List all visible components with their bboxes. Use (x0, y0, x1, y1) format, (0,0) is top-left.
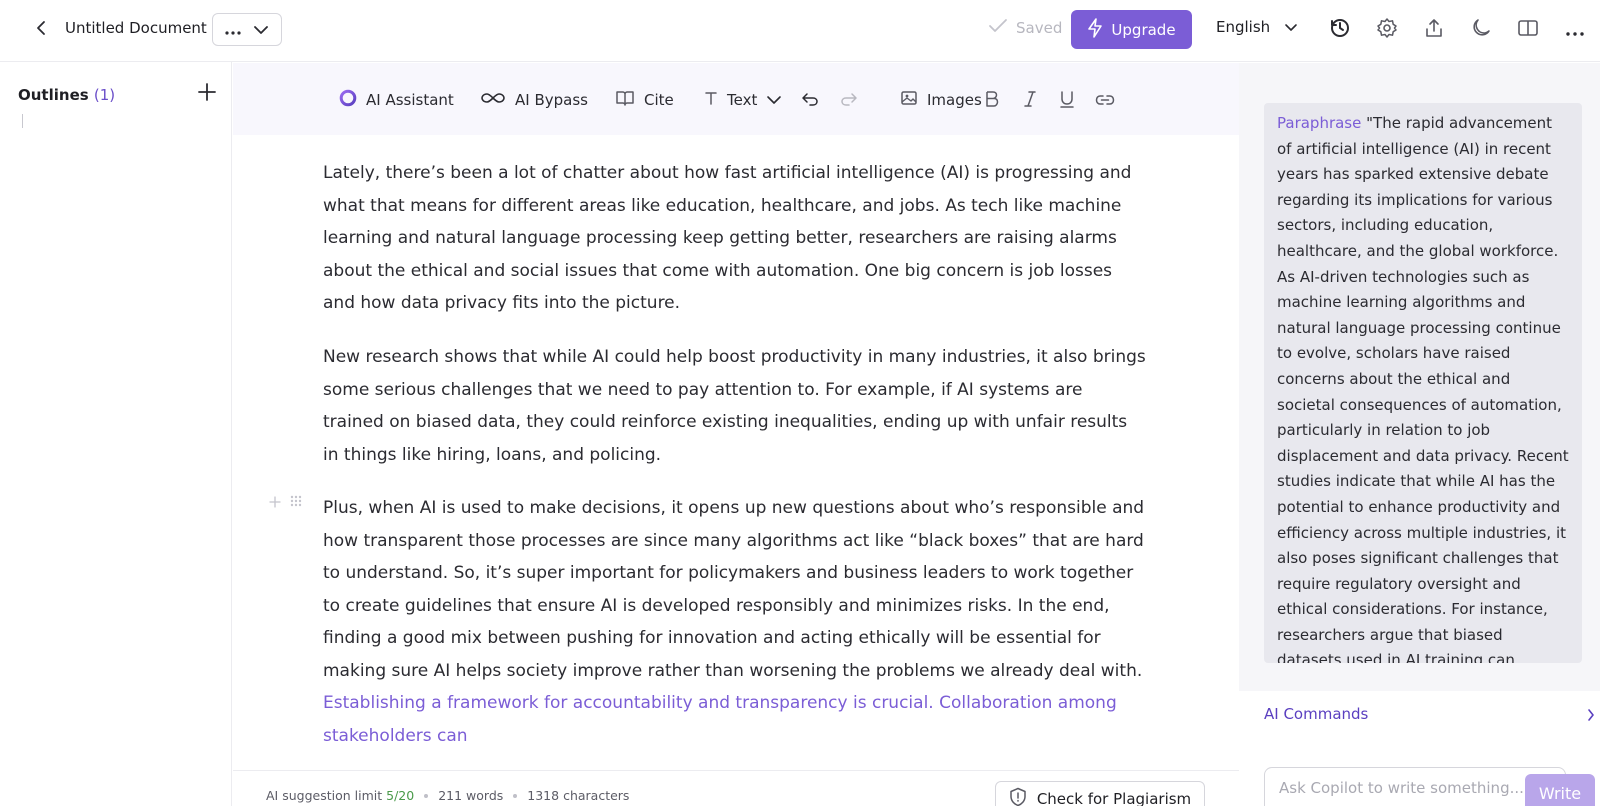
ai-assistant-icon (339, 89, 357, 111)
word-count: 211 words (438, 788, 504, 803)
outlines-label: Outlines (18, 86, 89, 104)
images-label: Images (927, 91, 982, 109)
ai-commands-label[interactable]: AI Commands (1264, 705, 1368, 723)
cite-button[interactable]: Cite (615, 89, 674, 111)
saved-status: Saved (988, 18, 1062, 38)
editor-toolbar: AI Assistant AI Bypass Cite Text Images (233, 63, 1239, 135)
share-icon (1423, 17, 1445, 43)
saved-label: Saved (1016, 19, 1063, 37)
ai-bypass-label: AI Bypass (515, 91, 588, 109)
copilot-message: Paraphrase "The rapid advancement of art… (1264, 103, 1582, 663)
cite-label: Cite (644, 91, 674, 109)
add-outline-button[interactable] (194, 81, 220, 107)
copilot-panel: Paraphrase "The rapid advancement of art… (1239, 63, 1600, 806)
ai-bypass-button[interactable]: AI Bypass (480, 89, 588, 111)
check-icon (988, 18, 1008, 38)
editor-content[interactable]: Lately, there’s been a lot of chatter ab… (233, 135, 1239, 770)
gear-icon (1376, 17, 1398, 43)
link-button[interactable] (1094, 90, 1116, 112)
editor-footer: AI suggestion limit 5/20 211 words 1318 … (233, 770, 1239, 806)
upgrade-label: Upgrade (1111, 20, 1176, 39)
upgrade-button[interactable]: Upgrade (1071, 10, 1192, 49)
document-stats: AI suggestion limit 5/20 211 words 1318 … (266, 788, 629, 803)
settings-button[interactable] (1373, 16, 1401, 44)
write-button[interactable]: Write (1525, 774, 1595, 806)
paraphrase-command: Paraphrase (1277, 114, 1362, 132)
check-plagiarism-label: Check for Plagiarism (1036, 790, 1192, 806)
more-horizontal-icon (225, 20, 241, 39)
redo-button[interactable] (838, 90, 860, 112)
block-handle[interactable] (269, 493, 303, 512)
character-count: 1318 characters (527, 788, 630, 803)
language-label: English (1216, 18, 1271, 36)
chevron-down-icon (253, 20, 269, 39)
link-icon (1095, 92, 1115, 111)
redo-icon (840, 91, 858, 111)
ai-commands-row[interactable]: AI Commands (1239, 691, 1600, 757)
top-bar: Untitled Document Saved Upgrade English (0, 0, 1600, 62)
outlines-heading: Outlines (1) (18, 86, 115, 104)
language-select[interactable]: English (1216, 18, 1298, 36)
shield-icon (1009, 787, 1027, 806)
share-button[interactable] (1420, 16, 1448, 44)
images-button[interactable]: Images (900, 89, 982, 111)
infinity-icon (480, 91, 506, 109)
underline-icon (1059, 90, 1075, 112)
layout-button[interactable] (1514, 16, 1542, 44)
history-icon (1329, 17, 1351, 43)
more-horizontal-icon (1566, 21, 1584, 40)
paragraph-2[interactable]: New research shows that while AI could h… (323, 341, 1148, 471)
paragraph-3-text: Plus, when AI is used to make decisions,… (323, 498, 1145, 681)
document-title[interactable]: Untitled Document (65, 19, 207, 37)
suggestion-limit: AI suggestion limit 5/20 (266, 788, 414, 803)
chevron-down-icon (1284, 18, 1298, 36)
separator-dot (513, 793, 518, 798)
italic-button[interactable] (1019, 90, 1041, 112)
ai-assistant-button[interactable]: AI Assistant (339, 89, 454, 111)
outline-tree-line (22, 114, 23, 128)
chevron-down-icon (766, 91, 782, 109)
book-icon (615, 89, 635, 111)
more-button[interactable] (1561, 16, 1589, 44)
outlines-count: (1) (93, 86, 116, 104)
suggestion-limit-label: AI suggestion limit (266, 788, 383, 803)
undo-button[interactable] (799, 90, 821, 112)
text-style-label: Text (727, 91, 758, 109)
ask-copilot-row: Write (1239, 757, 1600, 806)
image-icon (900, 89, 918, 111)
check-plagiarism-button[interactable]: Check for Plagiarism (995, 781, 1205, 806)
chevron-left-icon (36, 20, 46, 40)
paragraph-1[interactable]: Lately, there’s been a lot of chatter ab… (323, 157, 1148, 320)
book-open-icon (1517, 17, 1539, 43)
text-icon (704, 90, 718, 110)
bold-button[interactable] (981, 90, 1003, 112)
ask-copilot-input[interactable] (1264, 767, 1566, 806)
ai-assistant-label: AI Assistant (366, 91, 454, 109)
italic-icon (1023, 90, 1037, 112)
back-button[interactable] (26, 16, 56, 44)
paragraph-3[interactable]: Plus, when AI is used to make decisions,… (323, 492, 1148, 752)
text-style-select[interactable]: Text (704, 89, 782, 111)
document-menu-button[interactable] (212, 13, 282, 46)
copilot-prompt-text: "The rapid advancement of artificial int… (1277, 114, 1569, 663)
suggestion-limit-value: 5/20 (386, 788, 415, 803)
dark-mode-button[interactable] (1467, 16, 1495, 44)
drag-handle-icon[interactable] (289, 493, 303, 512)
undo-icon (801, 91, 819, 111)
chevron-right-icon[interactable] (1583, 706, 1599, 724)
moon-icon (1470, 17, 1492, 43)
history-button[interactable] (1326, 16, 1354, 44)
plus-icon (198, 83, 216, 105)
ai-suggestion-text[interactable]: Establishing a framework for accountabil… (323, 693, 1117, 746)
plus-icon[interactable] (269, 493, 281, 512)
bold-icon (984, 90, 1000, 112)
underline-button[interactable] (1056, 90, 1078, 112)
outline-sidebar: Outlines (1) (0, 62, 232, 806)
separator-dot (424, 793, 429, 798)
lightning-icon (1087, 17, 1103, 42)
